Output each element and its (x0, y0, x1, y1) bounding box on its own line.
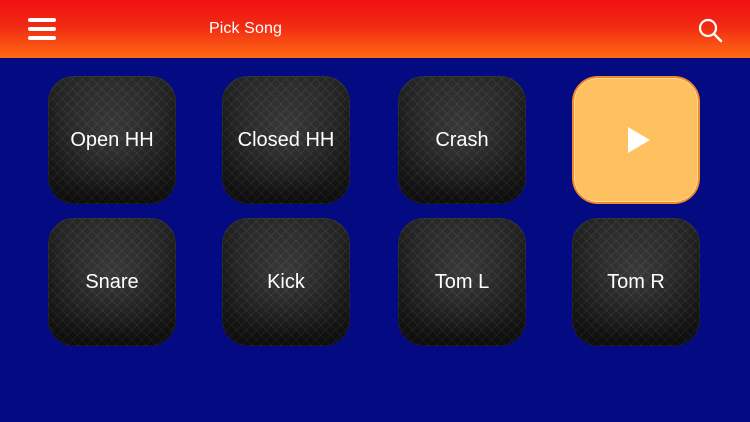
menu-line (28, 36, 56, 40)
pad-kick[interactable]: Kick (222, 218, 350, 346)
menu-line (28, 18, 56, 22)
pad-open-hh[interactable]: Open HH (48, 76, 176, 204)
pad-closed-hh[interactable]: Closed HH (222, 76, 350, 204)
pad-label: Tom R (607, 271, 665, 293)
pad-label: Tom L (434, 271, 490, 293)
drum-pad-screen: Pick Song Open HH Closed HH Crash Snare … (0, 0, 750, 422)
menu-line (28, 27, 56, 31)
pad-label: Closed HH (237, 129, 335, 151)
pad-label: Open HH (70, 129, 154, 151)
pad-snare[interactable]: Snare (48, 218, 176, 346)
pad-label: Kick (267, 271, 305, 293)
pad-label: Crash (435, 129, 489, 151)
pad-tom-l[interactable]: Tom L (398, 218, 526, 346)
play-button[interactable] (572, 76, 700, 204)
pick-song-title[interactable]: Pick Song (209, 20, 282, 38)
search-icon[interactable] (696, 16, 724, 44)
top-bar: Pick Song (0, 0, 750, 58)
pad-label: Snare (85, 271, 139, 293)
pad-tom-r[interactable]: Tom R (572, 218, 700, 346)
pad-crash[interactable]: Crash (398, 76, 526, 204)
play-icon (628, 127, 650, 153)
hamburger-menu-icon[interactable] (28, 18, 56, 40)
